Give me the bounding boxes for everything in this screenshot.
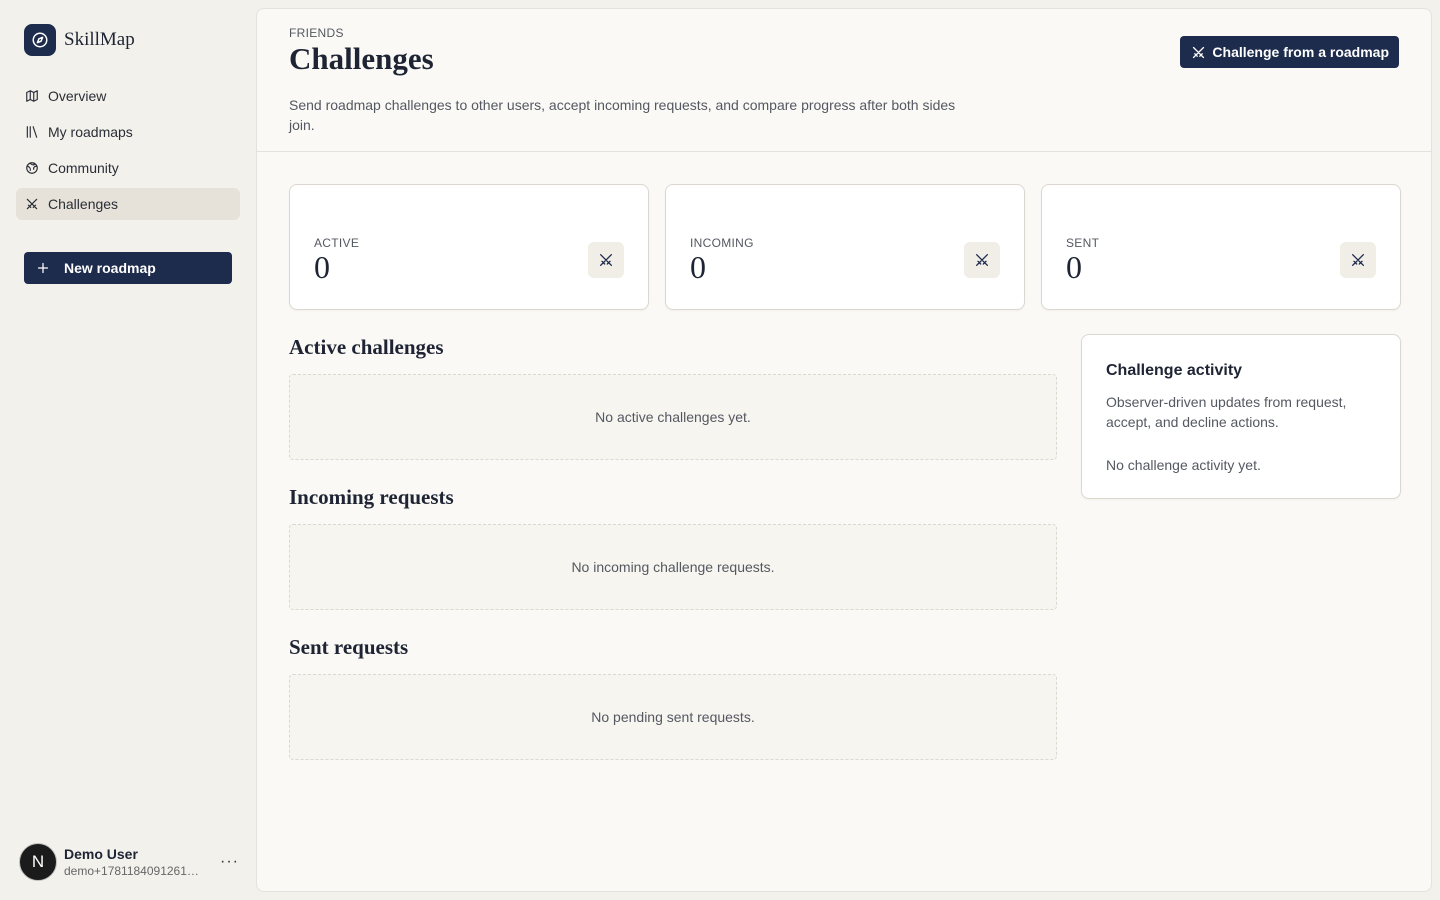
sidebar-item-my-roadmaps[interactable]: My roadmaps — [16, 116, 240, 148]
new-roadmap-label: New roadmap — [64, 260, 156, 276]
sent-requests-heading: Sent requests — [289, 635, 409, 659]
stat-card-incoming: INCOMING 0 — [665, 184, 1025, 310]
user-email: demo+1781184091261@s... — [64, 864, 208, 878]
sidebar-item-challenges[interactable]: Challenges — [16, 188, 240, 220]
activity-description: Observer-driven updates from request, ac… — [1106, 394, 1347, 430]
swords-icon — [1190, 44, 1206, 60]
page-description: Send roadmap challenges to other users, … — [289, 97, 956, 133]
swords-icon — [964, 242, 1000, 278]
globe-icon — [24, 160, 40, 176]
stat-card-sent: SENT 0 — [1041, 184, 1401, 310]
more-options-icon[interactable]: ··· — [220, 853, 239, 871]
stat-label: ACTIVE — [314, 236, 360, 250]
stat-card-active: ACTIVE 0 — [289, 184, 649, 310]
stat-value: 0 — [1066, 249, 1082, 285]
app-logo[interactable]: SkillMap — [24, 24, 135, 56]
sidebar-item-label: My roadmaps — [48, 124, 133, 140]
swords-icon — [1340, 242, 1376, 278]
activity-empty-state: No challenge activity yet. — [1106, 457, 1261, 473]
incoming-requests-heading: Incoming requests — [289, 485, 454, 509]
library-icon — [24, 124, 40, 140]
incoming-requests-empty-state: No incoming challenge requests. — [289, 524, 1057, 610]
active-challenges-heading: Active challenges — [289, 335, 444, 359]
sidebar: SkillMap Overview My roadmaps Community … — [0, 0, 256, 900]
stat-value: 0 — [314, 249, 330, 285]
user-profile[interactable]: N Demo User demo+1781184091261@s... ··· — [19, 842, 241, 882]
challenge-activity-card: Challenge activity Observer-driven updat… — [1081, 334, 1401, 499]
page-eyebrow: FRIENDS — [289, 26, 344, 40]
swords-icon — [24, 196, 40, 212]
sidebar-item-community[interactable]: Community — [16, 152, 240, 184]
new-roadmap-button[interactable]: New roadmap — [24, 252, 232, 284]
sidebar-item-label: Challenges — [48, 196, 119, 212]
page-title: Challenges — [289, 41, 434, 76]
sidebar-item-overview[interactable]: Overview — [16, 80, 240, 112]
user-name: Demo User — [64, 846, 138, 862]
main-panel: FRIENDS Challenges Send roadmap challeng… — [256, 8, 1432, 892]
sidebar-item-label: Community — [48, 160, 119, 176]
cta-label: Challenge from a roadmap — [1212, 44, 1389, 60]
compass-icon — [24, 24, 56, 56]
activity-title: Challenge activity — [1106, 362, 1243, 379]
sent-requests-empty-state: No pending sent requests. — [289, 674, 1057, 760]
stat-label: INCOMING — [690, 236, 754, 250]
page-header: FRIENDS Challenges Send roadmap challeng… — [257, 9, 1431, 152]
avatar: N — [19, 843, 57, 881]
sidebar-item-label: Overview — [48, 88, 107, 104]
map-icon — [24, 88, 40, 104]
swords-icon — [588, 242, 624, 278]
active-challenges-empty-state: No active challenges yet. — [289, 374, 1057, 460]
stat-label: SENT — [1066, 236, 1100, 250]
plus-icon — [36, 261, 50, 275]
challenge-from-roadmap-button[interactable]: Challenge from a roadmap — [1180, 36, 1399, 68]
sidebar-nav: Overview My roadmaps Community Challenge… — [16, 80, 240, 224]
user-info: Demo User demo+1781184091261@s... — [64, 846, 208, 878]
stat-value: 0 — [690, 249, 706, 285]
app-name: SkillMap — [64, 29, 135, 50]
